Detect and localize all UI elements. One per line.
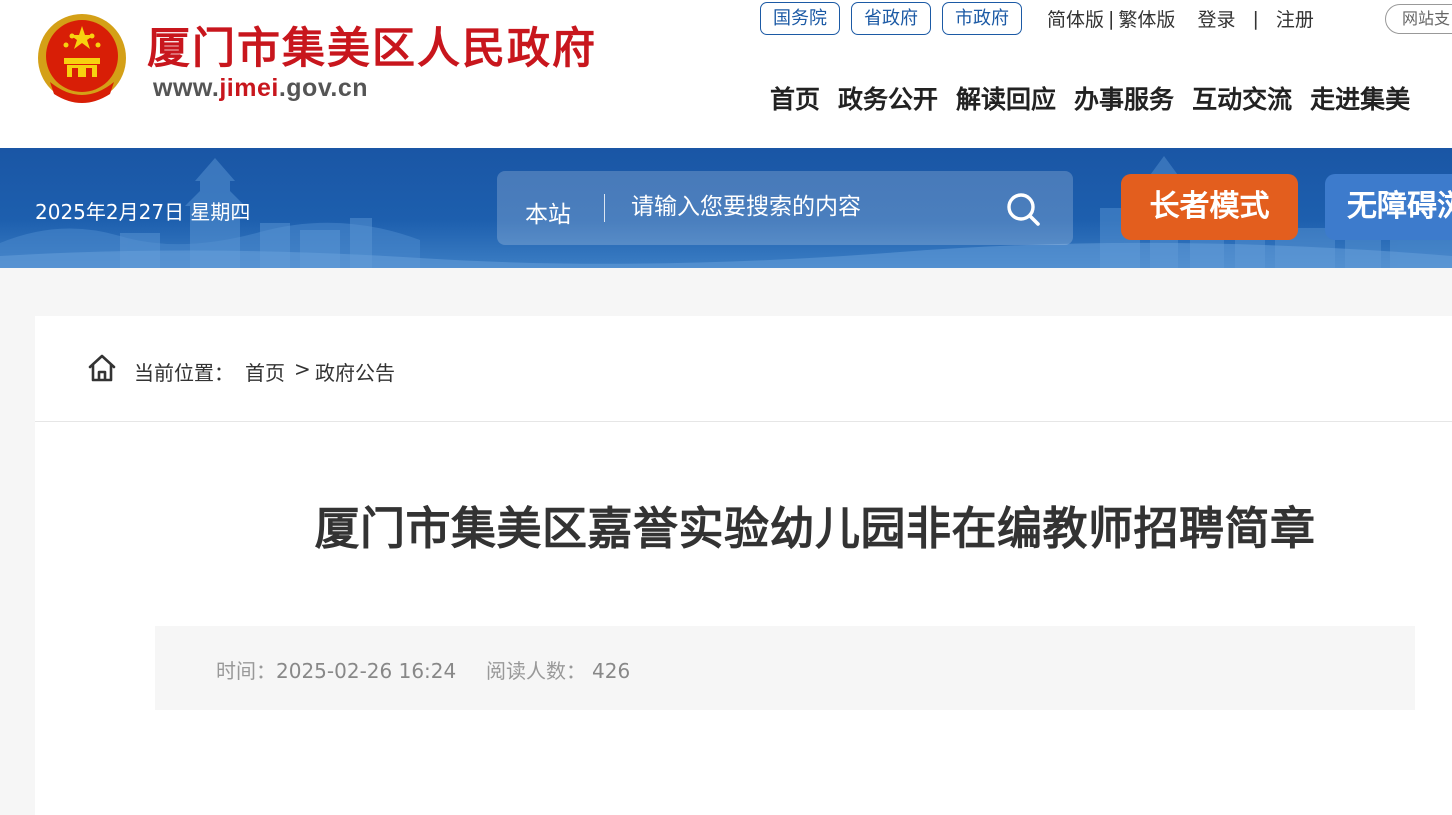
article-meta: 时间：2025-02-26 16:24 阅读人数： 426 <box>155 626 1415 710</box>
top-links: 国务院 省政府 市政府 简体版 | 繁体版 登录 | 注册 <box>760 2 1314 35</box>
province-gov-link[interactable]: 省政府 <box>851 2 931 35</box>
site-button[interactable]: 网站支 <box>1385 4 1452 34</box>
breadcrumb: 当前位置： 首页 > 政府公告 <box>35 316 1452 422</box>
traditional-link[interactable]: 繁体版 <box>1118 5 1175 32</box>
breadcrumb-current-link[interactable]: 政府公告 <box>315 357 395 386</box>
site-header: 厦门市集美区人民政府 www.jimei.gov.cn 国务院 省政府 市政府 … <box>0 0 1452 148</box>
url-prefix: www. <box>153 74 220 102</box>
article-container: 当前位置： 首页 > 政府公告 厦门市集美区嘉誉实验幼儿园非在编教师招聘简章 时… <box>35 316 1452 815</box>
search-divider <box>604 194 605 222</box>
reads-label: 阅读人数： <box>486 659 586 683</box>
url-suffix: .gov.cn <box>278 74 369 102</box>
time-label: 时间： <box>216 659 276 683</box>
article-title: 厦门市集美区嘉誉实验幼儿园非在编教师招聘简章 <box>314 502 1316 555</box>
breadcrumb-separator: > <box>294 357 311 381</box>
gov-council-link[interactable]: 国务院 <box>760 2 840 35</box>
nav-item-gov-affairs[interactable]: 政务公开 <box>838 80 938 116</box>
elder-mode-button[interactable]: 长者模式 <box>1121 174 1298 240</box>
site-title[interactable]: 厦门市集美区人民政府 <box>147 14 597 76</box>
register-link[interactable]: 注册 <box>1276 5 1314 32</box>
reads-value: 426 <box>592 659 631 683</box>
publish-time: 时间：2025-02-26 16:24 <box>216 655 456 684</box>
search-input[interactable] <box>631 187 981 227</box>
search-box: 本站 <box>497 171 1073 245</box>
lang-separator: | <box>1108 7 1115 30</box>
nav-item-home[interactable]: 首页 <box>770 80 820 116</box>
nav-item-interpretation[interactable]: 解读回应 <box>956 80 1056 116</box>
read-count: 阅读人数： 426 <box>486 655 630 684</box>
city-gov-link[interactable]: 市政府 <box>942 2 1022 35</box>
nav-item-interaction[interactable]: 互动交流 <box>1192 80 1292 116</box>
accessibility-button[interactable]: 无障碍浏览 <box>1325 174 1452 240</box>
national-emblem-icon[interactable] <box>36 12 128 106</box>
time-value: 2025-02-26 16:24 <box>276 659 457 683</box>
current-date: 2025年2月27日 星期四 <box>35 200 251 224</box>
auth-separator: | <box>1252 7 1259 30</box>
nav-item-about-jimei[interactable]: 走进集美 <box>1310 80 1410 116</box>
breadcrumb-label: 当前位置： <box>134 361 234 385</box>
breadcrumb-home-link[interactable]: 首页 <box>245 357 285 386</box>
simplified-link[interactable]: 简体版 <box>1047 5 1104 32</box>
search-scope-select[interactable]: 本站 <box>525 195 571 229</box>
site-url: www.jimei.gov.cn <box>153 74 368 103</box>
login-link[interactable]: 登录 <box>1197 5 1235 32</box>
home-icon <box>88 354 116 382</box>
search-icon[interactable] <box>1005 191 1041 227</box>
search-banner: 2025年2月27日 星期四 本站 长者模式 无障碍浏览 <box>0 148 1452 268</box>
main-nav: 首页 政务公开 解读回应 办事服务 互动交流 走进集美 <box>770 80 1428 116</box>
nav-item-services[interactable]: 办事服务 <box>1074 80 1174 116</box>
url-highlight: jimei <box>219 74 279 102</box>
